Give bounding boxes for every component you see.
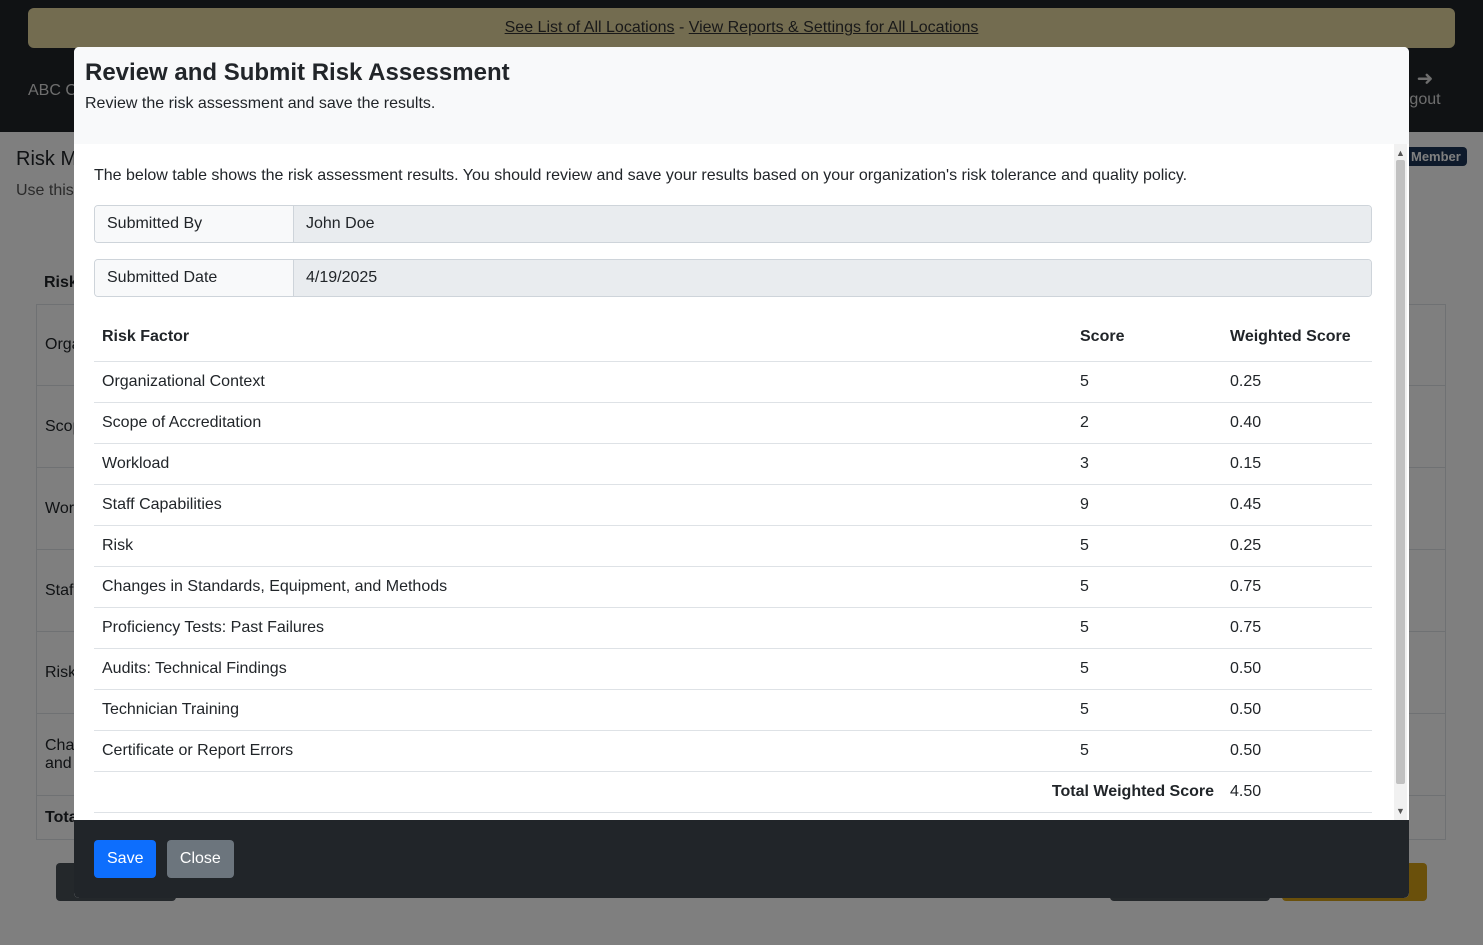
header-risk-factor: Risk Factor — [94, 313, 1072, 362]
total-weighted-score-label: Total Weighted Score — [94, 771, 1222, 813]
scroll-down-icon[interactable]: ▼ — [1394, 804, 1407, 818]
weighted-score-cell: 0.25 — [1222, 361, 1372, 403]
risk-factor-cell: Scope of Accreditation — [94, 402, 1072, 444]
submitted-date-label: Submitted Date — [95, 260, 294, 296]
score-cell: 5 — [1072, 607, 1222, 649]
risk-results-table: Risk Factor Score Weighted Score Organiz… — [94, 313, 1372, 813]
submitted-by-field: Submitted By John Doe — [94, 205, 1372, 243]
submitted-by-label: Submitted By — [95, 206, 294, 242]
score-cell: 5 — [1072, 730, 1222, 772]
table-row: Scope of Accreditation 2 0.40 — [94, 402, 1372, 444]
weighted-score-cell: 0.25 — [1222, 525, 1372, 567]
scrollbar-thumb[interactable] — [1396, 160, 1405, 784]
modal-body: The below table shows the risk assessmen… — [74, 144, 1409, 820]
save-button[interactable]: Save — [94, 840, 157, 878]
score-cell: 5 — [1072, 689, 1222, 731]
risk-assessment-modal: Review and Submit Risk Assessment Review… — [74, 47, 1409, 898]
total-weighted-score-value: 4.50 — [1222, 771, 1372, 813]
risk-factor-cell: Workload — [94, 443, 1072, 485]
submitted-by-value: John Doe — [294, 206, 1371, 242]
weighted-score-cell: 0.75 — [1222, 607, 1372, 649]
submitted-date-field: Submitted Date 4/19/2025 — [94, 259, 1372, 297]
score-cell: 2 — [1072, 402, 1222, 444]
modal-header: Review and Submit Risk Assessment Review… — [74, 47, 1409, 144]
risk-factor-cell: Risk — [94, 525, 1072, 567]
weighted-score-cell: 0.50 — [1222, 648, 1372, 690]
modal-scrollbar[interactable]: ▲ ▼ — [1394, 144, 1407, 820]
score-cell: 3 — [1072, 443, 1222, 485]
risk-factor-cell: Proficiency Tests: Past Failures — [94, 607, 1072, 649]
table-row: Changes in Standards, Equipment, and Met… — [94, 566, 1372, 608]
scroll-up-icon[interactable]: ▲ — [1394, 146, 1407, 160]
score-cell: 5 — [1072, 361, 1222, 403]
table-row: Workload 3 0.15 — [94, 443, 1372, 485]
table-header-row: Risk Factor Score Weighted Score — [94, 313, 1372, 362]
submitted-date-value: 4/19/2025 — [294, 260, 1371, 296]
score-cell: 5 — [1072, 525, 1222, 567]
risk-factor-cell: Technician Training — [94, 689, 1072, 731]
table-row: Proficiency Tests: Past Failures 5 0.75 — [94, 607, 1372, 649]
table-row: Technician Training 5 0.50 — [94, 689, 1372, 731]
header-weighted-score: Weighted Score — [1222, 313, 1372, 362]
close-button[interactable]: Close — [166, 840, 234, 878]
weighted-score-cell: 0.50 — [1222, 730, 1372, 772]
total-row: Total Weighted Score 4.50 — [94, 771, 1372, 813]
modal-title: Review and Submit Risk Assessment — [85, 59, 510, 86]
table-row: Audits: Technical Findings 5 0.50 — [94, 648, 1372, 690]
score-cell: 5 — [1072, 566, 1222, 608]
table-row: Staff Capabilities 9 0.45 — [94, 484, 1372, 526]
weighted-score-cell: 0.40 — [1222, 402, 1372, 444]
risk-factor-cell: Changes in Standards, Equipment, and Met… — [94, 566, 1072, 608]
modal-subtitle: Review the risk assessment and save the … — [85, 95, 436, 112]
weighted-score-cell: 0.50 — [1222, 689, 1372, 731]
weighted-score-cell: 0.45 — [1222, 484, 1372, 526]
weighted-score-cell: 0.75 — [1222, 566, 1372, 608]
intro-text: The below table shows the risk assessmen… — [94, 167, 1188, 184]
score-cell: 5 — [1072, 648, 1222, 690]
weighted-score-cell: 0.15 — [1222, 443, 1372, 485]
header-score: Score — [1072, 313, 1222, 362]
risk-factor-cell: Audits: Technical Findings — [94, 648, 1072, 690]
risk-factor-cell: Certificate or Report Errors — [94, 730, 1072, 772]
table-row: Certificate or Report Errors 5 0.50 — [94, 730, 1372, 772]
risk-factor-cell: Staff Capabilities — [94, 484, 1072, 526]
table-row: Organizational Context 5 0.25 — [94, 361, 1372, 403]
modal-footer: Save Close — [74, 820, 1409, 898]
score-cell: 9 — [1072, 484, 1222, 526]
table-row: Risk 5 0.25 — [94, 525, 1372, 567]
risk-factor-cell: Organizational Context — [94, 361, 1072, 403]
